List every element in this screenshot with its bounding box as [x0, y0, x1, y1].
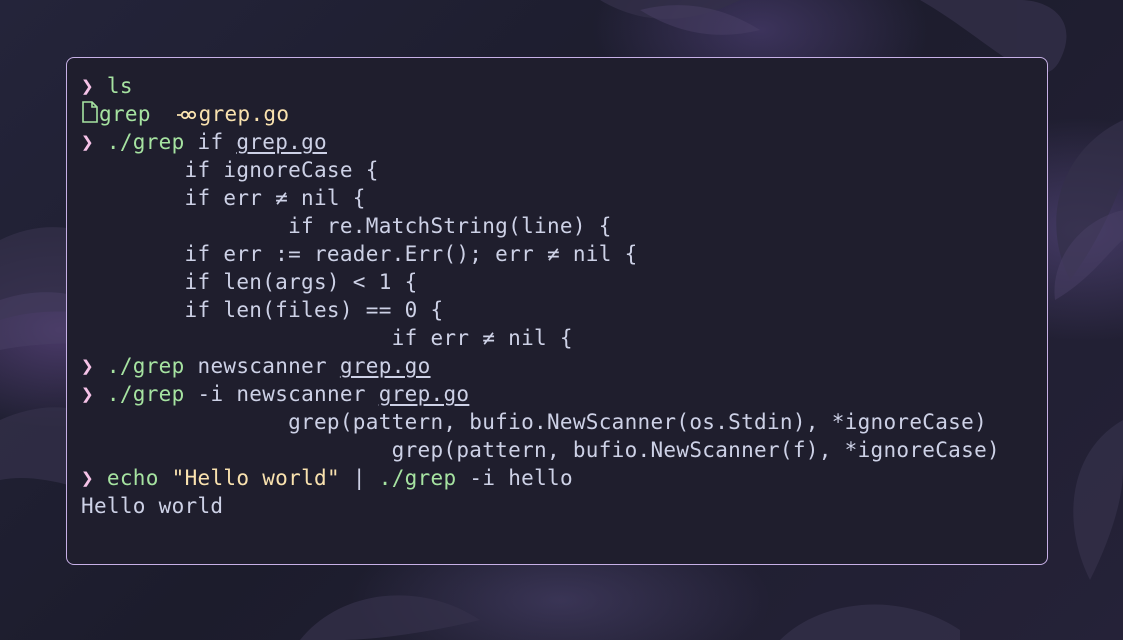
output-line: if err ≠ nil { [81, 186, 366, 210]
command-args: -i hello [469, 466, 573, 490]
file-argument: grep.go [378, 382, 470, 406]
command-name: ./grep [106, 382, 185, 406]
output-line: if err := reader.Err(); err ≠ nil { [81, 242, 638, 266]
executable-entry: grep [99, 102, 151, 126]
command-name: ./grep [106, 354, 185, 378]
command-name: ./grep [106, 130, 185, 154]
output-line: if err ≠ nil { [81, 326, 573, 350]
symlink-entry: grep.go [198, 102, 290, 126]
command-args: if [197, 130, 224, 154]
output-line: if re.MatchString(line) { [81, 214, 612, 238]
prompt-line: ❯ echo "Hello world" | ./grep -i hello [81, 464, 1047, 492]
file-argument: grep.go [236, 130, 327, 154]
command-name: ls [106, 74, 133, 98]
output-line: grep(pattern, bufio.NewScanner(f), *igno… [81, 438, 1000, 462]
file-icon [81, 100, 99, 130]
ls-output-line: grep grep.go [81, 100, 1047, 128]
prompt-symbol: ❯ [81, 382, 94, 406]
output-line: Hello world [81, 494, 224, 518]
file-argument: grep.go [339, 354, 431, 378]
prompt-symbol: ❯ [81, 466, 94, 490]
command-args: newscanner [197, 354, 327, 378]
output-line: grep(pattern, bufio.NewScanner(os.Stdin)… [81, 410, 988, 434]
output-line: if len(files) == 0 { [81, 298, 444, 322]
pipe-symbol: | [352, 466, 366, 490]
string-argument: "Hello world" [171, 466, 340, 490]
output-line: if len(args) < 1 { [81, 270, 418, 294]
terminal-window[interactable]: ❯ ls grep grep.go ❯ ./grep if grep.go if… [66, 57, 1048, 565]
prompt-symbol: ❯ [81, 74, 94, 98]
prompt-line: ❯ ls [81, 72, 1047, 100]
prompt-line: ❯ ./grep newscanner grep.go [81, 352, 1047, 380]
command-args: -i newscanner [197, 382, 366, 406]
command-name: echo [106, 466, 159, 490]
prompt-line: ❯ ./grep -i newscanner grep.go [81, 380, 1047, 408]
prompt-line: ❯ ./grep if grep.go [81, 128, 1047, 156]
prompt-symbol: ❯ [81, 354, 94, 378]
command-name: ./grep [378, 466, 457, 490]
prompt-symbol: ❯ [81, 130, 94, 154]
chain-link-icon [176, 101, 199, 129]
output-line: if ignoreCase { [81, 158, 379, 182]
